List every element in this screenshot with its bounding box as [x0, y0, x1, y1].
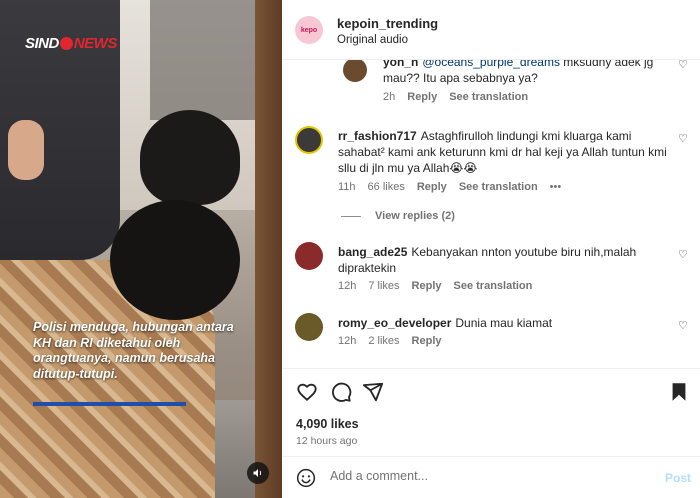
- replies-line: [341, 215, 361, 217]
- comment-meta: 11h 66 likes Reply See translation •••: [338, 181, 573, 193]
- add-comment-input[interactable]: [330, 469, 650, 483]
- like-heart-icon[interactable]: ♡: [678, 248, 688, 261]
- comment-mention[interactable]: @oceans_purple_dreams: [422, 60, 560, 69]
- comment-avatar[interactable]: [295, 313, 323, 341]
- video-frame-shadow: [150, 0, 260, 120]
- caption-underline: [33, 402, 186, 406]
- post-panel: kepo kepoin_trending Original audio yoh_…: [282, 0, 700, 498]
- comment-likes[interactable]: 66 likes: [368, 181, 405, 193]
- audio-label[interactable]: Original audio: [337, 34, 408, 46]
- comment-text: rr_fashion717 Astaghfirulloh lindungi kmi…: [338, 128, 668, 176]
- comment-username[interactable]: bang_ade25: [338, 245, 407, 259]
- comment-avatar[interactable]: [343, 60, 367, 82]
- video-caption: Polisi menduga, hubungan antara KH dan R…: [33, 320, 234, 381]
- author-username[interactable]: kepoin_trending: [337, 16, 438, 31]
- view-replies-label: View replies (2): [375, 210, 455, 222]
- like-heart-icon[interactable]: ♡: [678, 60, 688, 71]
- speaker-icon: [253, 469, 262, 477]
- author-avatar[interactable]: kepo: [295, 16, 323, 44]
- add-comment-bar: Post: [282, 456, 700, 498]
- video-frame-arm: [8, 120, 44, 180]
- video-frame-door: [255, 0, 282, 498]
- comment-meta: 12h 2 likes Reply: [338, 335, 454, 347]
- post-header: kepo kepoin_trending Original audio: [282, 0, 700, 60]
- post-comment-button[interactable]: Post: [665, 471, 691, 485]
- post-actions: 4,090 likes 12 hours ago: [282, 368, 700, 456]
- like-heart-icon[interactable]: ♡: [678, 319, 688, 332]
- likes-count[interactable]: 4,090 likes: [296, 417, 359, 431]
- reply-button[interactable]: Reply: [407, 91, 437, 103]
- view-replies-button[interactable]: View replies (2): [341, 210, 455, 222]
- see-translation-button[interactable]: See translation: [449, 91, 528, 103]
- like-heart-icon[interactable]: ♡: [678, 132, 688, 145]
- comment-time: 12h: [338, 335, 357, 347]
- comment-text: romy_eo_developer Dunia mau kiamat: [338, 315, 668, 331]
- logo-text-1: SIND: [25, 35, 59, 52]
- comment-text: bang_ade25 Kebanyakan nnton youtube biru …: [338, 244, 668, 276]
- logo-text-2: NEWS: [73, 35, 118, 52]
- reply-button[interactable]: Reply: [412, 335, 442, 347]
- comment-meta: 12h 7 likes Reply See translation: [338, 280, 544, 292]
- comment-likes[interactable]: 7 likes: [368, 280, 399, 292]
- share-send-icon[interactable]: [362, 381, 384, 403]
- audio-toggle-button[interactable]: [247, 462, 269, 484]
- comment-avatar[interactable]: [295, 242, 323, 270]
- post-timestamp[interactable]: 12 hours ago: [296, 435, 357, 447]
- comment-username[interactable]: yoh_n: [383, 60, 418, 69]
- comment-time: 2h: [383, 91, 396, 103]
- comment-meta: 2h Reply See translation: [383, 91, 540, 103]
- comment-body: Dunia mau kiamat: [455, 316, 553, 330]
- reply-button[interactable]: Reply: [412, 280, 442, 292]
- like-heart-icon[interactable]: [296, 381, 318, 403]
- comment-avatar[interactable]: [295, 126, 323, 154]
- video-frame-girl-head: [110, 200, 240, 320]
- comment-username[interactable]: romy_eo_developer: [338, 316, 451, 330]
- emoji-icon[interactable]: [296, 468, 316, 488]
- comment-text: yoh_n @oceans_purple_dreams mksudny adek …: [383, 60, 673, 86]
- comment-bubble-icon[interactable]: [330, 381, 352, 403]
- reply-button[interactable]: Reply: [417, 181, 447, 193]
- comment-time: 11h: [338, 181, 356, 193]
- comment-time: 12h: [338, 280, 357, 292]
- video-frame-man: [140, 110, 240, 205]
- bookmark-icon[interactable]: [668, 381, 690, 403]
- logo-dot: [59, 37, 73, 50]
- more-options-icon[interactable]: •••: [550, 181, 562, 193]
- video-player[interactable]: SIND NEWS Polisi menduga, hubungan antara…: [0, 0, 282, 498]
- see-translation-button[interactable]: See translation: [454, 280, 533, 292]
- see-translation-button[interactable]: See translation: [459, 181, 538, 193]
- comments-list[interactable]: yoh_n @oceans_purple_dreams mksudny adek …: [282, 60, 700, 368]
- comment-username[interactable]: rr_fashion717: [338, 129, 417, 143]
- sindonews-logo: SIND NEWS: [25, 35, 117, 52]
- comment-likes[interactable]: 2 likes: [368, 335, 399, 347]
